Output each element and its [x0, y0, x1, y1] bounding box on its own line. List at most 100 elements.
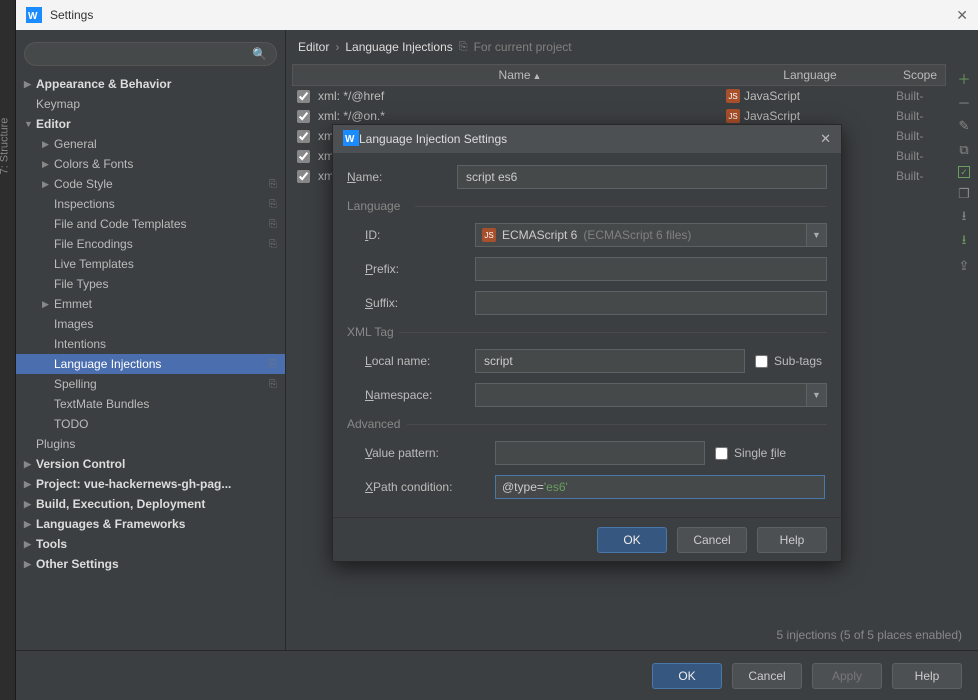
edit-icon[interactable]: ✎ — [956, 118, 972, 134]
dialog-cancel-button[interactable]: Cancel — [677, 527, 747, 553]
enable-icon[interactable]: ✓ — [958, 166, 970, 178]
namespace-label: Namespace: — [365, 388, 475, 402]
dialog-ok-button[interactable]: OK — [597, 527, 667, 553]
tree-item-label: File Types — [54, 277, 277, 291]
expand-icon: ▶ — [24, 459, 36, 470]
tree-item[interactable]: ▶Project: vue-hackernews-gh-pag... — [16, 474, 285, 494]
cancel-button[interactable]: Cancel — [732, 663, 802, 689]
export-icon[interactable]: ⭳ — [956, 234, 972, 250]
xpath-input[interactable]: @type='es6' — [495, 475, 825, 499]
language-injection-dialog: W Language Injection Settings ✕ Name: La… — [332, 124, 842, 562]
tree-item[interactable]: TextMate Bundles — [16, 394, 285, 414]
row-checkbox[interactable] — [297, 150, 310, 163]
apply-button[interactable]: Apply — [812, 663, 882, 689]
tree-item[interactable]: ▶Languages & Frameworks — [16, 514, 285, 534]
tree-item-label: Tools — [36, 537, 277, 551]
tree-item[interactable]: ▶Build, Execution, Deployment — [16, 494, 285, 514]
tree-item[interactable]: ▶Emmet — [16, 294, 285, 314]
row-checkbox[interactable] — [297, 90, 310, 103]
tree-item[interactable]: ▶Colors & Fonts — [16, 154, 285, 174]
row-checkbox[interactable] — [297, 130, 310, 143]
svg-text:W: W — [28, 11, 38, 22]
namespace-combo[interactable]: ▼ — [475, 383, 827, 407]
tree-item[interactable]: ▼Editor — [16, 114, 285, 134]
tree-item[interactable]: Inspections⎘ — [16, 194, 285, 214]
row-scope: Built- — [896, 169, 946, 183]
id-combo[interactable]: JS ECMAScript 6 (ECMAScript 6 files) ▼ — [475, 223, 827, 247]
dialog-title: Language Injection Settings — [359, 132, 507, 146]
tree-item-label: Images — [54, 317, 277, 331]
section-xmltag: XML Tag — [347, 325, 827, 339]
singlefile-checkbox[interactable] — [715, 447, 728, 460]
expand-icon: ▶ — [42, 179, 54, 190]
tree-item-label: Editor — [36, 117, 277, 131]
tree-item[interactable]: ▶Version Control — [16, 454, 285, 474]
col-language[interactable]: Language — [725, 68, 895, 82]
tree-item[interactable]: Intentions — [16, 334, 285, 354]
dropdown-icon[interactable]: ▼ — [806, 384, 826, 406]
tree-item[interactable]: ▶General — [16, 134, 285, 154]
suffix-input[interactable] — [475, 291, 827, 315]
breadcrumb-note: For current project — [474, 40, 572, 54]
tree-item[interactable]: File Types — [16, 274, 285, 294]
remove-icon[interactable]: － — [956, 94, 972, 110]
search-input[interactable] — [24, 42, 277, 66]
name-input[interactable] — [457, 165, 827, 189]
tree-item-label: Languages & Frameworks — [36, 517, 277, 531]
project-scope-icon: ⎘ — [269, 199, 277, 210]
tree-item-label: Code Style — [54, 177, 269, 191]
tree-item[interactable]: Keymap — [16, 94, 285, 114]
localname-input[interactable] — [475, 349, 745, 373]
app-logo-icon: W — [26, 7, 42, 23]
tree-item[interactable]: ▶Tools — [16, 534, 285, 554]
tree-item[interactable]: Images — [16, 314, 285, 334]
breadcrumb-leaf: Language Injections — [345, 40, 452, 54]
left-strip-label[interactable]: 7: Structure — [0, 118, 10, 175]
tree-item[interactable]: File and Code Templates⎘ — [16, 214, 285, 234]
settings-tree: ▶Appearance & BehaviorKeymap▼Editor▶Gene… — [16, 74, 285, 574]
add-icon[interactable]: ＋ — [956, 70, 972, 86]
suffix-label: Suffix: — [365, 296, 475, 310]
help-button[interactable]: Help — [892, 663, 962, 689]
id-label: ID: — [365, 228, 475, 242]
prefix-input[interactable] — [475, 257, 827, 281]
project-scope-icon: ⎘ — [269, 239, 277, 250]
dropdown-icon[interactable]: ▼ — [806, 224, 826, 246]
section-advanced: Advanced — [347, 417, 827, 431]
share-icon[interactable]: ⇪ — [956, 258, 972, 274]
tree-item[interactable]: ▶Other Settings — [16, 554, 285, 574]
tree-item[interactable]: File Encodings⎘ — [16, 234, 285, 254]
tree-item[interactable]: ▶Appearance & Behavior — [16, 74, 285, 94]
row-checkbox[interactable] — [297, 110, 310, 123]
id-value: ECMAScript 6 — [502, 228, 577, 242]
tree-item[interactable]: Plugins — [16, 434, 285, 454]
breadcrumb-root[interactable]: Editor — [298, 40, 329, 54]
breadcrumb: Editor › Language Injections ⎘ For curre… — [286, 30, 978, 64]
import-icon[interactable]: ⭳ — [956, 210, 972, 226]
xpath-label: XPath condition: — [365, 480, 495, 494]
duplicate-icon[interactable]: ❐ — [956, 186, 972, 202]
subtags-checkbox[interactable] — [755, 355, 768, 368]
col-scope[interactable]: Scope — [895, 68, 945, 82]
tree-item-label: File Encodings — [54, 237, 269, 251]
table-row[interactable]: xml: */@hrefJSJavaScriptBuilt- — [292, 86, 946, 106]
status-text: 5 injections (5 of 5 places enabled) — [777, 628, 962, 642]
table-row[interactable]: xml: */@on.*JSJavaScriptBuilt- — [292, 106, 946, 126]
ok-button[interactable]: OK — [652, 663, 722, 689]
window-close-icon[interactable]: ✕ — [956, 7, 968, 24]
col-name[interactable]: Name▲ — [315, 68, 725, 82]
dialog-close-icon[interactable]: ✕ — [820, 131, 831, 147]
expand-icon: ▶ — [42, 139, 54, 150]
tree-item[interactable]: Live Templates — [16, 254, 285, 274]
tree-item[interactable]: ▶Code Style⎘ — [16, 174, 285, 194]
tree-item[interactable]: Language Injections⎘ — [16, 354, 285, 374]
row-checkbox[interactable] — [297, 170, 310, 183]
tree-item[interactable]: Spelling⎘ — [16, 374, 285, 394]
tree-item[interactable]: TODO — [16, 414, 285, 434]
copy-icon[interactable]: ⧉ — [956, 142, 972, 158]
js-icon: JS — [726, 89, 740, 103]
dialog-help-button[interactable]: Help — [757, 527, 827, 553]
expand-icon: ▶ — [24, 479, 36, 490]
expand-open-icon: ▼ — [24, 119, 36, 129]
valuepattern-input[interactable] — [495, 441, 705, 465]
